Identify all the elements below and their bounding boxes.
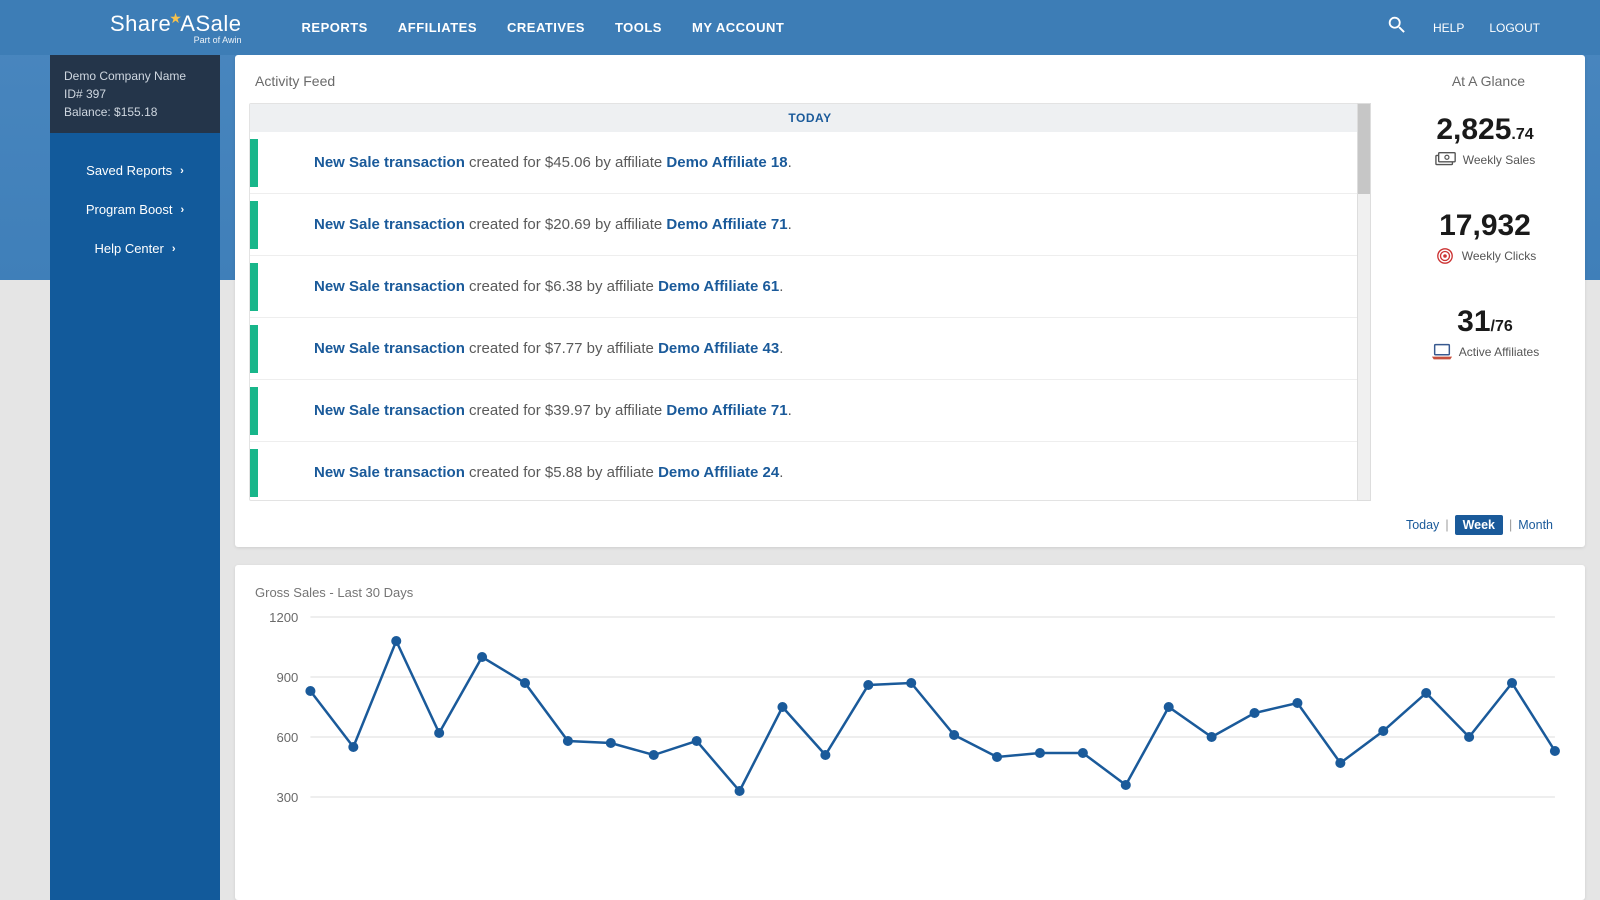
gross-sales-chart: 300 600 900 1200: [255, 612, 1565, 872]
feed-row[interactable]: New Sale transaction created for $39.97 …: [250, 380, 1370, 442]
feed-text: New Sale transaction created for $5.88 b…: [258, 464, 783, 481]
nav-tools[interactable]: TOOLS: [615, 20, 662, 35]
sidebar-help-center[interactable]: Help Center›: [50, 229, 220, 268]
feed-text: New Sale transaction created for $7.77 b…: [258, 340, 783, 357]
svg-text:900: 900: [276, 670, 298, 685]
feed-text: New Sale transaction created for $6.38 b…: [258, 278, 783, 295]
primary-nav: REPORTS AFFILIATES CREATIVES TOOLS MY AC…: [302, 20, 785, 35]
feed-row[interactable]: New Sale transaction created for $45.06 …: [250, 132, 1370, 194]
scrollbar-thumb[interactable]: [1358, 104, 1370, 194]
star-icon: ★: [169, 10, 182, 26]
logo[interactable]: Share★ASale Part of Awin: [110, 11, 242, 45]
sidebar-saved-reports[interactable]: Saved Reports›: [50, 151, 220, 190]
main-header: Share★ASale Part of Awin REPORTS AFFILIA…: [0, 0, 1600, 55]
nav-affiliates[interactable]: AFFILIATES: [398, 20, 477, 35]
company-info: Demo Company Name ID# 397 Balance: $155.…: [50, 55, 220, 133]
time-range-toggle: Today | Week | Month: [1406, 515, 1553, 535]
chart-title: Gross Sales - Last 30 Days: [255, 585, 1565, 600]
status-bar-icon: [250, 201, 258, 249]
activity-feed-title: Activity Feed: [255, 73, 335, 89]
feed-row[interactable]: New Sale transaction created for $6.38 b…: [250, 256, 1370, 318]
chevron-right-icon: ›: [181, 204, 185, 216]
feed-text: New Sale transaction created for $20.69 …: [258, 216, 792, 233]
logout-link[interactable]: LOGOUT: [1489, 21, 1540, 35]
nav-my-account[interactable]: MY ACCOUNT: [692, 20, 784, 35]
money-icon: [1435, 151, 1457, 169]
status-bar-icon: [250, 139, 258, 187]
feed-today-header: TODAY: [250, 104, 1370, 132]
feed-row[interactable]: New Sale transaction created for $7.77 b…: [250, 318, 1370, 380]
chevron-right-icon: ›: [180, 165, 184, 177]
logo-subtitle: Part of Awin: [110, 35, 242, 45]
feed-text: New Sale transaction created for $39.97 …: [258, 402, 792, 419]
feed-row[interactable]: New Sale transaction created for $20.69 …: [250, 194, 1370, 256]
status-bar-icon: [250, 325, 258, 373]
stat-weekly-sales: 2,825.74 Weekly Sales: [1435, 113, 1535, 169]
svg-text:300: 300: [276, 790, 298, 805]
feed-scrollbar[interactable]: [1357, 103, 1371, 501]
at-a-glance-panel: 2,825.74 Weekly Sales 17,932 Weekly Clic…: [1385, 103, 1585, 523]
gross-sales-chart-card: Gross Sales - Last 30 Days 300 600 900 1200: [235, 565, 1585, 900]
chevron-right-icon: ›: [172, 243, 176, 255]
toggle-month[interactable]: Month: [1518, 518, 1553, 532]
activity-feed: TODAY New Sale transaction created for $…: [249, 103, 1371, 523]
sidebar-program-boost[interactable]: Program Boost›: [50, 190, 220, 229]
feed-text: New Sale transaction created for $45.06 …: [258, 154, 792, 171]
feed-row[interactable]: New Sale transaction created for $5.88 b…: [250, 442, 1370, 501]
activity-card: Activity Feed At A Glance TODAY New Sale…: [235, 55, 1585, 547]
stat-active-affiliates: 31/76 Active Affiliates: [1431, 305, 1539, 361]
help-link[interactable]: HELP: [1433, 21, 1464, 35]
sidebar: Demo Company Name ID# 397 Balance: $155.…: [50, 55, 220, 900]
nav-creatives[interactable]: CREATIVES: [507, 20, 585, 35]
laptop-icon: [1431, 343, 1453, 361]
company-name: Demo Company Name: [64, 67, 206, 85]
at-a-glance-title: At A Glance: [1452, 73, 1565, 89]
stat-weekly-clicks: 17,932 Weekly Clicks: [1434, 209, 1536, 265]
svg-text:600: 600: [276, 730, 298, 745]
search-icon[interactable]: [1386, 14, 1408, 41]
svg-text:1200: 1200: [269, 612, 298, 625]
company-balance: Balance: $155.18: [64, 103, 206, 121]
status-bar-icon: [250, 387, 258, 435]
toggle-today[interactable]: Today: [1406, 518, 1439, 532]
nav-reports[interactable]: REPORTS: [302, 20, 368, 35]
status-bar-icon: [250, 449, 258, 497]
company-id: ID# 397: [64, 85, 206, 103]
toggle-week[interactable]: Week: [1455, 515, 1503, 535]
target-icon: [1434, 247, 1456, 265]
status-bar-icon: [250, 263, 258, 311]
